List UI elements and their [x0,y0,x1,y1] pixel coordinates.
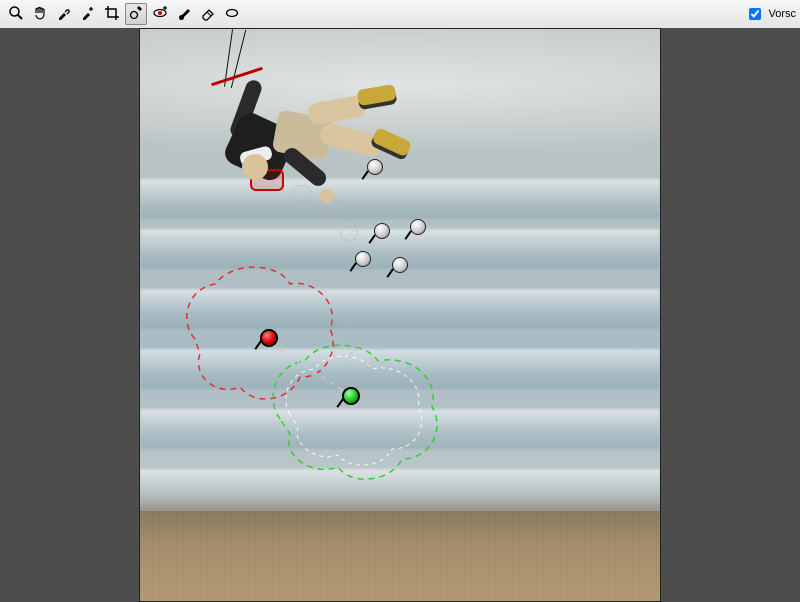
eraser-tool-icon [200,5,216,24]
brush-tool[interactable] [173,3,195,25]
redeye-tool-icon [152,5,168,24]
preview-label: Vorsc [768,8,796,20]
toolbar: Vorsc [0,0,800,29]
marquee-ellipse[interactable] [366,361,388,381]
marquee-ellipse[interactable] [308,197,326,215]
zoom-tool[interactable] [5,3,27,25]
zoom-tool-icon [8,5,24,24]
oval-tool[interactable] [221,3,243,25]
oval-tool-icon [224,5,240,24]
eyedropper-tool[interactable] [53,3,75,25]
photo-sand [140,511,660,601]
marquee-ellipse[interactable] [328,207,350,223]
heal-source-pin[interactable] [353,251,371,269]
heal-source-pin[interactable] [365,159,383,177]
heal-target-pin-red[interactable] [258,329,276,347]
heal-source-pin[interactable] [390,257,408,275]
eyedropper-tool-icon [56,5,72,24]
eyedropper-plus-tool[interactable] [77,3,99,25]
crop-tool-icon [104,5,120,24]
marquee-ellipse[interactable] [340,225,358,241]
spot-removal-tool[interactable] [125,3,147,25]
hand-tool[interactable] [29,3,51,25]
brush-tool-icon [176,5,192,24]
marquee-ellipse[interactable] [326,319,350,341]
heal-target-pin-green[interactable] [340,387,358,405]
hand-tool-icon [32,5,48,24]
toolbar-right: Vorsc [745,5,796,23]
marquee-ellipse[interactable] [292,185,312,201]
heal-source-pin[interactable] [372,223,390,241]
crop-tool[interactable] [101,3,123,25]
preview-checkbox[interactable] [749,8,761,20]
redeye-tool[interactable] [149,3,171,25]
image-canvas[interactable] [139,28,661,602]
eyedropper-plus-tool-icon [80,5,96,24]
spot-removal-tool-icon [128,5,144,24]
heal-source-pin[interactable] [408,219,426,237]
eraser-tool[interactable] [197,3,219,25]
canvas-area [0,28,800,600]
